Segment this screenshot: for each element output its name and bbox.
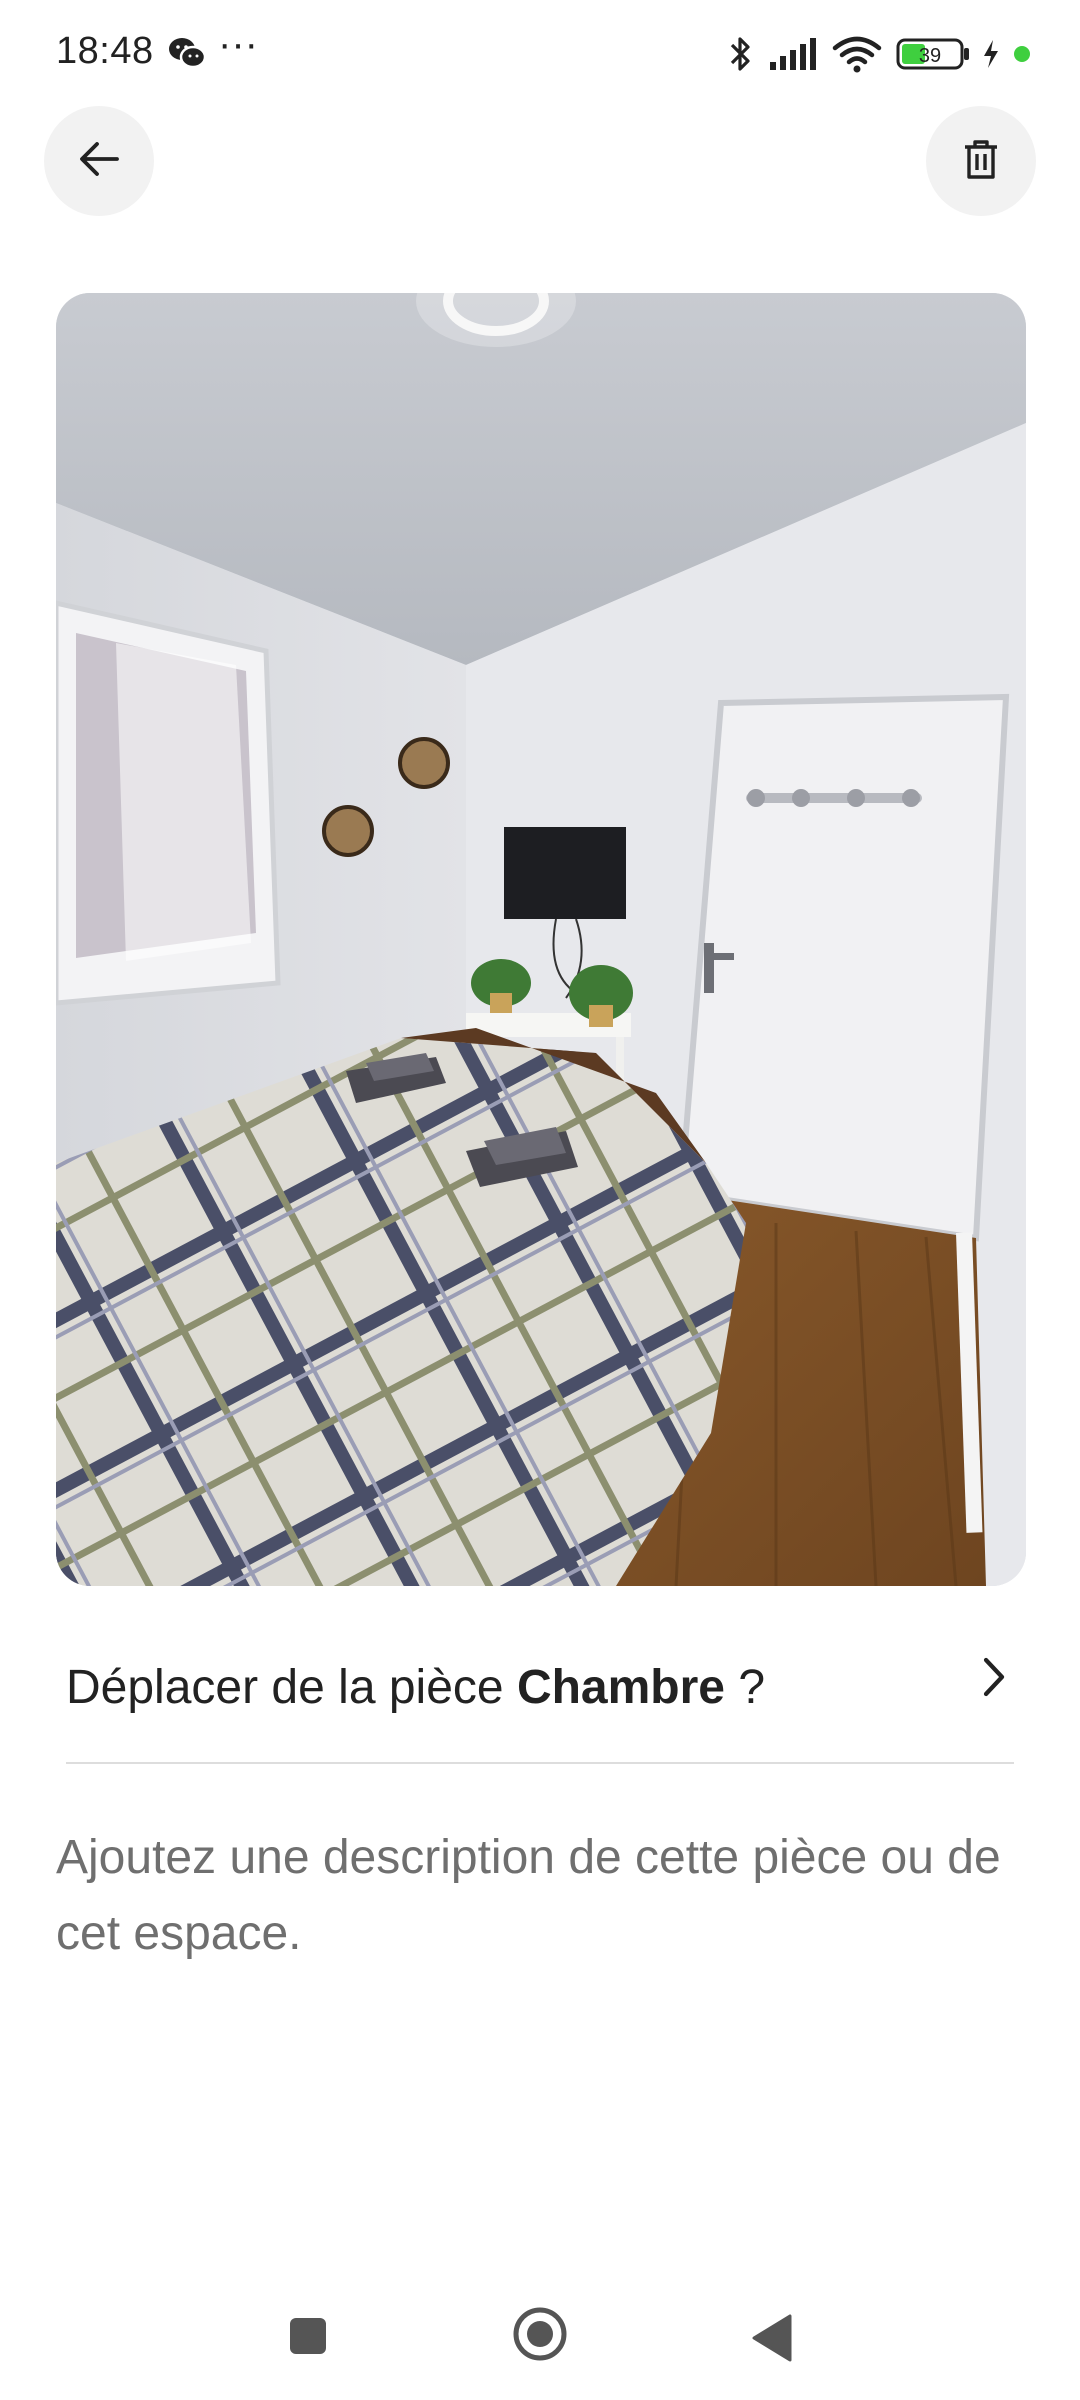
description-input[interactable]: Ajoutez une description de cette pièce o… xyxy=(56,1820,1036,1972)
system-nav-bar xyxy=(0,2280,1080,2400)
signal-icon xyxy=(768,34,818,79)
room-name: Chambre xyxy=(516,1661,725,1714)
wifi-icon xyxy=(832,34,882,79)
status-time: 18:48 xyxy=(56,30,154,72)
move-room-prefix: Déplacer de la pièce xyxy=(66,1661,517,1714)
room-photo[interactable] xyxy=(56,293,1026,1586)
arrow-left-icon xyxy=(77,137,121,186)
chevron-right-icon xyxy=(974,1652,1014,1707)
more-notifications-icon: ··· xyxy=(218,22,258,66)
wechat-icon xyxy=(168,36,207,75)
battery-level: 39 xyxy=(919,45,941,67)
back-triangle-icon[interactable] xyxy=(748,2312,796,2369)
bluetooth-icon xyxy=(728,34,754,79)
move-room-suffix: ? xyxy=(725,1661,766,1714)
status-bar: 18:48 ··· 39 xyxy=(0,0,1080,110)
delete-button[interactable] xyxy=(926,106,1036,216)
trash-icon xyxy=(961,137,1001,186)
status-icons: 39 xyxy=(728,34,1058,74)
move-room-row[interactable]: Déplacer de la pièce Chambre ? xyxy=(66,1640,1014,1764)
back-button[interactable] xyxy=(44,106,154,216)
move-room-label: Déplacer de la pièce Chambre ? xyxy=(66,1660,765,1715)
charging-icon xyxy=(980,34,1002,79)
home-circle-icon[interactable] xyxy=(510,2304,570,2369)
notification-dot xyxy=(1012,34,1032,79)
battery-icon: 39 xyxy=(896,34,972,79)
recents-square-icon[interactable] xyxy=(284,2312,332,2365)
